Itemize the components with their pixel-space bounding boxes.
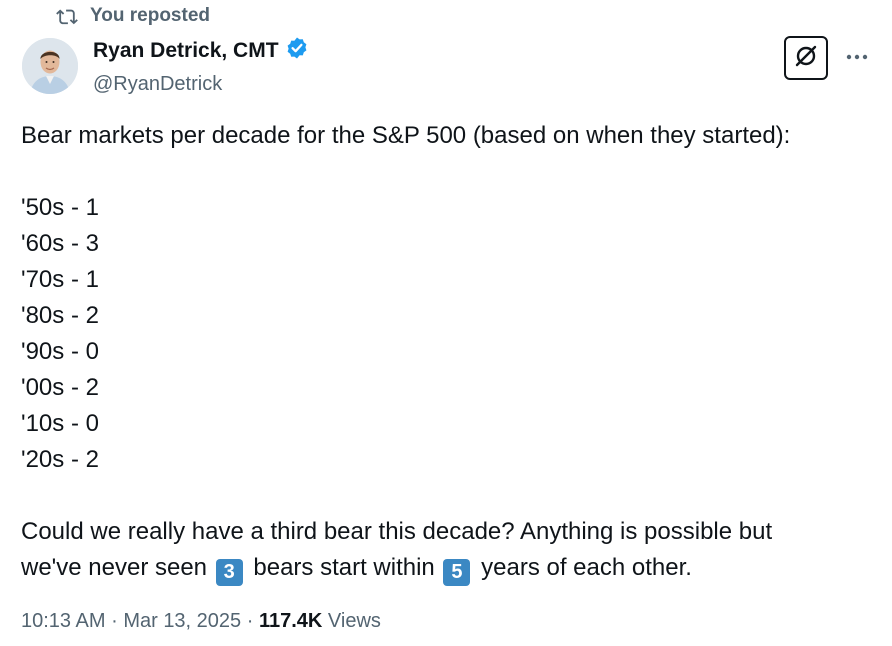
repost-indicator: You reposted [56, 5, 210, 27]
keycap-3-icon: 3 [215, 559, 243, 586]
closing-line-2: we've never seen 3 bears start within 5 … [21, 550, 881, 586]
meta-separator: · [246, 610, 254, 632]
views-count[interactable]: 117.4K [259, 610, 322, 632]
closing-text-c: years of each other. [481, 554, 692, 581]
author-name[interactable]: Ryan Detrick, CMT [93, 39, 279, 63]
closing-line-1: Could we really have a third bear this d… [21, 518, 773, 545]
repost-label: You reposted [90, 5, 210, 26]
decade-line: '60s - 3 [21, 230, 99, 257]
decade-line: '10s - 0 [21, 410, 99, 437]
closing-text-b: bears start within [253, 554, 435, 581]
decade-line: '90s - 0 [21, 338, 99, 365]
author-handle[interactable]: @RyanDetrick [93, 73, 309, 96]
decade-line: '20s - 2 [21, 446, 99, 473]
tweet-time[interactable]: 10:13 AM [21, 610, 106, 632]
grok-button[interactable] [784, 36, 828, 80]
views-label: Views [327, 610, 381, 632]
author-block: Ryan Detrick, CMT @RyanDetrick [93, 36, 309, 96]
decade-line: '80s - 2 [21, 302, 99, 329]
decade-line: '50s - 1 [21, 194, 99, 221]
repost-icon [56, 6, 78, 26]
closing-text-a: we've never seen [21, 554, 208, 581]
verified-badge-icon[interactable] [285, 36, 309, 65]
grok-icon [793, 43, 819, 74]
decade-line: '70s - 1 [21, 266, 99, 293]
tweet-meta: 10:13 AM · Mar 13, 2025 · 117.4K Views [21, 610, 381, 633]
tweet-text: Bear markets per decade for the S&P 500 … [21, 118, 881, 586]
decade-line: '00s - 2 [21, 374, 99, 401]
more-icon [845, 48, 869, 66]
meta-separator: · [111, 610, 118, 632]
keycap-5-icon: 5 [443, 559, 471, 586]
tweet-intro: Bear markets per decade for the S&P 500 … [21, 122, 791, 149]
tweet-date[interactable]: Mar 13, 2025 [123, 610, 241, 632]
more-button[interactable] [842, 42, 872, 72]
avatar[interactable] [22, 38, 78, 94]
